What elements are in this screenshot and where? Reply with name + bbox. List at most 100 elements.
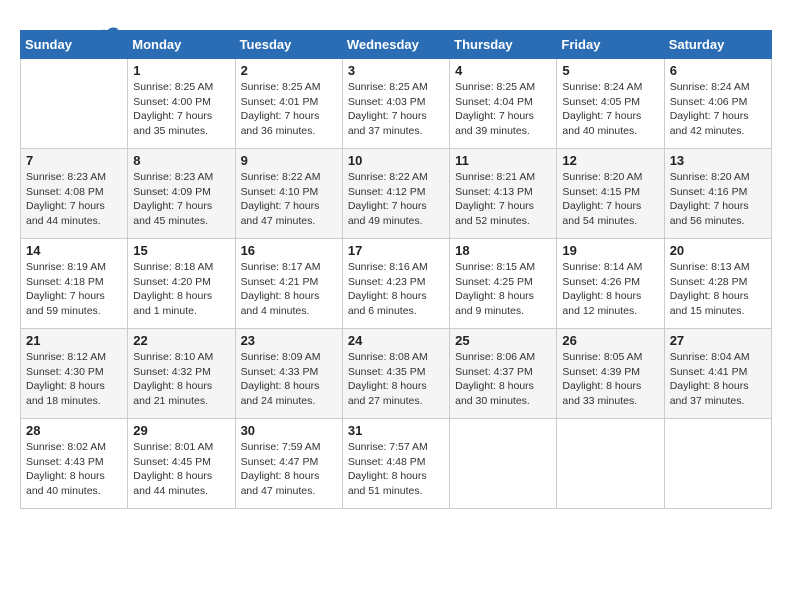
day-info: Sunrise: 8:25 AMSunset: 4:03 PMDaylight:… xyxy=(348,80,444,139)
day-header-friday: Friday xyxy=(557,31,664,59)
day-info: Sunrise: 8:09 AMSunset: 4:33 PMDaylight:… xyxy=(241,350,337,409)
day-number: 9 xyxy=(241,153,337,168)
calendar-cell: 28 Sunrise: 8:02 AMSunset: 4:43 PMDayligh… xyxy=(21,419,128,509)
week-row: 7 Sunrise: 8:23 AMSunset: 4:08 PMDaylight… xyxy=(21,149,772,239)
day-number: 19 xyxy=(562,243,658,258)
day-number: 21 xyxy=(26,333,122,348)
day-info: Sunrise: 8:08 AMSunset: 4:35 PMDaylight:… xyxy=(348,350,444,409)
week-row: 14 Sunrise: 8:19 AMSunset: 4:18 PMDayligh… xyxy=(21,239,772,329)
day-number: 26 xyxy=(562,333,658,348)
day-number: 12 xyxy=(562,153,658,168)
calendar-table: SundayMondayTuesdayWednesdayThursdayFrid… xyxy=(20,30,772,509)
day-info: Sunrise: 8:14 AMSunset: 4:26 PMDaylight:… xyxy=(562,260,658,319)
day-number: 31 xyxy=(348,423,444,438)
day-number: 1 xyxy=(133,63,229,78)
day-number: 6 xyxy=(670,63,766,78)
calendar-cell: 23 Sunrise: 8:09 AMSunset: 4:33 PMDayligh… xyxy=(235,329,342,419)
day-number: 28 xyxy=(26,423,122,438)
day-info: Sunrise: 8:10 AMSunset: 4:32 PMDaylight:… xyxy=(133,350,229,409)
calendar-cell: 25 Sunrise: 8:06 AMSunset: 4:37 PMDayligh… xyxy=(450,329,557,419)
day-number: 20 xyxy=(670,243,766,258)
calendar-cell xyxy=(450,419,557,509)
calendar-cell: 2 Sunrise: 8:25 AMSunset: 4:01 PMDaylight… xyxy=(235,59,342,149)
bird-icon xyxy=(92,22,120,50)
day-number: 14 xyxy=(26,243,122,258)
day-info: Sunrise: 8:20 AMSunset: 4:16 PMDaylight:… xyxy=(670,170,766,229)
week-row: 1 Sunrise: 8:25 AMSunset: 4:00 PMDaylight… xyxy=(21,59,772,149)
calendar-cell: 6 Sunrise: 8:24 AMSunset: 4:06 PMDaylight… xyxy=(664,59,771,149)
calendar-cell: 22 Sunrise: 8:10 AMSunset: 4:32 PMDayligh… xyxy=(128,329,235,419)
day-info: Sunrise: 8:20 AMSunset: 4:15 PMDaylight:… xyxy=(562,170,658,229)
day-number: 18 xyxy=(455,243,551,258)
day-info: Sunrise: 8:25 AMSunset: 4:00 PMDaylight:… xyxy=(133,80,229,139)
day-info: Sunrise: 8:24 AMSunset: 4:06 PMDaylight:… xyxy=(670,80,766,139)
day-number: 16 xyxy=(241,243,337,258)
calendar-cell xyxy=(557,419,664,509)
calendar-cell: 29Sunrise: 8:01 AMSunset: 4:45 PMDayligh… xyxy=(128,419,235,509)
day-info: Sunrise: 7:59 AMSunset: 4:47 PMDaylight:… xyxy=(241,440,337,499)
calendar-cell: 19 Sunrise: 8:14 AMSunset: 4:26 PMDayligh… xyxy=(557,239,664,329)
calendar-cell: 20 Sunrise: 8:13 AMSunset: 4:28 PMDayligh… xyxy=(664,239,771,329)
day-header-monday: Monday xyxy=(128,31,235,59)
day-number: 24 xyxy=(348,333,444,348)
day-number: 17 xyxy=(348,243,444,258)
day-number: 22 xyxy=(133,333,229,348)
day-number: 15 xyxy=(133,243,229,258)
day-info: Sunrise: 8:21 AMSunset: 4:13 PMDaylight:… xyxy=(455,170,551,229)
day-info: Sunrise: 8:22 AMSunset: 4:10 PMDaylight:… xyxy=(241,170,337,229)
day-info: Sunrise: 8:19 AMSunset: 4:18 PMDaylight:… xyxy=(26,260,122,319)
day-number: 23 xyxy=(241,333,337,348)
day-number: 4 xyxy=(455,63,551,78)
calendar-cell: 8Sunrise: 8:23 AMSunset: 4:09 PMDaylight… xyxy=(128,149,235,239)
calendar-cell: 17 Sunrise: 8:16 AMSunset: 4:23 PMDayligh… xyxy=(342,239,449,329)
day-info: Sunrise: 8:05 AMSunset: 4:39 PMDaylight:… xyxy=(562,350,658,409)
day-info: Sunrise: 8:06 AMSunset: 4:37 PMDaylight:… xyxy=(455,350,551,409)
day-info: Sunrise: 8:02 AMSunset: 4:43 PMDaylight:… xyxy=(26,440,122,499)
week-row: 28 Sunrise: 8:02 AMSunset: 4:43 PMDayligh… xyxy=(21,419,772,509)
calendar-cell: 14 Sunrise: 8:19 AMSunset: 4:18 PMDayligh… xyxy=(21,239,128,329)
day-info: Sunrise: 8:12 AMSunset: 4:30 PMDaylight:… xyxy=(26,350,122,409)
day-header-saturday: Saturday xyxy=(664,31,771,59)
day-number: 13 xyxy=(670,153,766,168)
calendar-cell: 5 Sunrise: 8:24 AMSunset: 4:05 PMDaylight… xyxy=(557,59,664,149)
day-info: Sunrise: 8:18 AMSunset: 4:20 PMDaylight:… xyxy=(133,260,229,319)
calendar-cell: 13 Sunrise: 8:20 AMSunset: 4:16 PMDayligh… xyxy=(664,149,771,239)
calendar-cell: 31 Sunrise: 7:57 AMSunset: 4:48 PMDayligh… xyxy=(342,419,449,509)
day-number: 25 xyxy=(455,333,551,348)
day-number: 2 xyxy=(241,63,337,78)
day-number: 3 xyxy=(348,63,444,78)
day-number: 10 xyxy=(348,153,444,168)
day-number: 5 xyxy=(562,63,658,78)
calendar-cell: 21 Sunrise: 8:12 AMSunset: 4:30 PMDayligh… xyxy=(21,329,128,419)
day-header-tuesday: Tuesday xyxy=(235,31,342,59)
calendar-cell: 7 Sunrise: 8:23 AMSunset: 4:08 PMDaylight… xyxy=(21,149,128,239)
day-number: 7 xyxy=(26,153,122,168)
day-info: Sunrise: 8:16 AMSunset: 4:23 PMDaylight:… xyxy=(348,260,444,319)
day-info: Sunrise: 8:25 AMSunset: 4:04 PMDaylight:… xyxy=(455,80,551,139)
day-number: 8 xyxy=(133,153,229,168)
calendar-cell: 4 Sunrise: 8:25 AMSunset: 4:04 PMDaylight… xyxy=(450,59,557,149)
day-info: Sunrise: 8:17 AMSunset: 4:21 PMDaylight:… xyxy=(241,260,337,319)
calendar-cell: 1 Sunrise: 8:25 AMSunset: 4:00 PMDaylight… xyxy=(128,59,235,149)
day-info: Sunrise: 8:24 AMSunset: 4:05 PMDaylight:… xyxy=(562,80,658,139)
day-info: Sunrise: 8:23 AMSunset: 4:08 PMDaylight:… xyxy=(26,170,122,229)
header-row: SundayMondayTuesdayWednesdayThursdayFrid… xyxy=(21,31,772,59)
day-number: 11 xyxy=(455,153,551,168)
day-header-thursday: Thursday xyxy=(450,31,557,59)
week-row: 21 Sunrise: 8:12 AMSunset: 4:30 PMDayligh… xyxy=(21,329,772,419)
calendar-cell: 10 Sunrise: 8:22 AMSunset: 4:12 PMDayligh… xyxy=(342,149,449,239)
calendar-cell: 18 Sunrise: 8:15 AMSunset: 4:25 PMDayligh… xyxy=(450,239,557,329)
day-info: Sunrise: 8:22 AMSunset: 4:12 PMDaylight:… xyxy=(348,170,444,229)
calendar-cell: 3 Sunrise: 8:25 AMSunset: 4:03 PMDaylight… xyxy=(342,59,449,149)
calendar-cell: 16 Sunrise: 8:17 AMSunset: 4:21 PMDayligh… xyxy=(235,239,342,329)
day-info: Sunrise: 8:13 AMSunset: 4:28 PMDaylight:… xyxy=(670,260,766,319)
day-number: 29 xyxy=(133,423,229,438)
day-info: Sunrise: 8:15 AMSunset: 4:25 PMDaylight:… xyxy=(455,260,551,319)
day-info: Sunrise: 8:04 AMSunset: 4:41 PMDaylight:… xyxy=(670,350,766,409)
day-info: Sunrise: 7:57 AMSunset: 4:48 PMDaylight:… xyxy=(348,440,444,499)
day-info: Sunrise: 8:25 AMSunset: 4:01 PMDaylight:… xyxy=(241,80,337,139)
calendar-cell xyxy=(664,419,771,509)
day-number: 27 xyxy=(670,333,766,348)
calendar-cell: 11 Sunrise: 8:21 AMSunset: 4:13 PMDayligh… xyxy=(450,149,557,239)
day-number: 30 xyxy=(241,423,337,438)
